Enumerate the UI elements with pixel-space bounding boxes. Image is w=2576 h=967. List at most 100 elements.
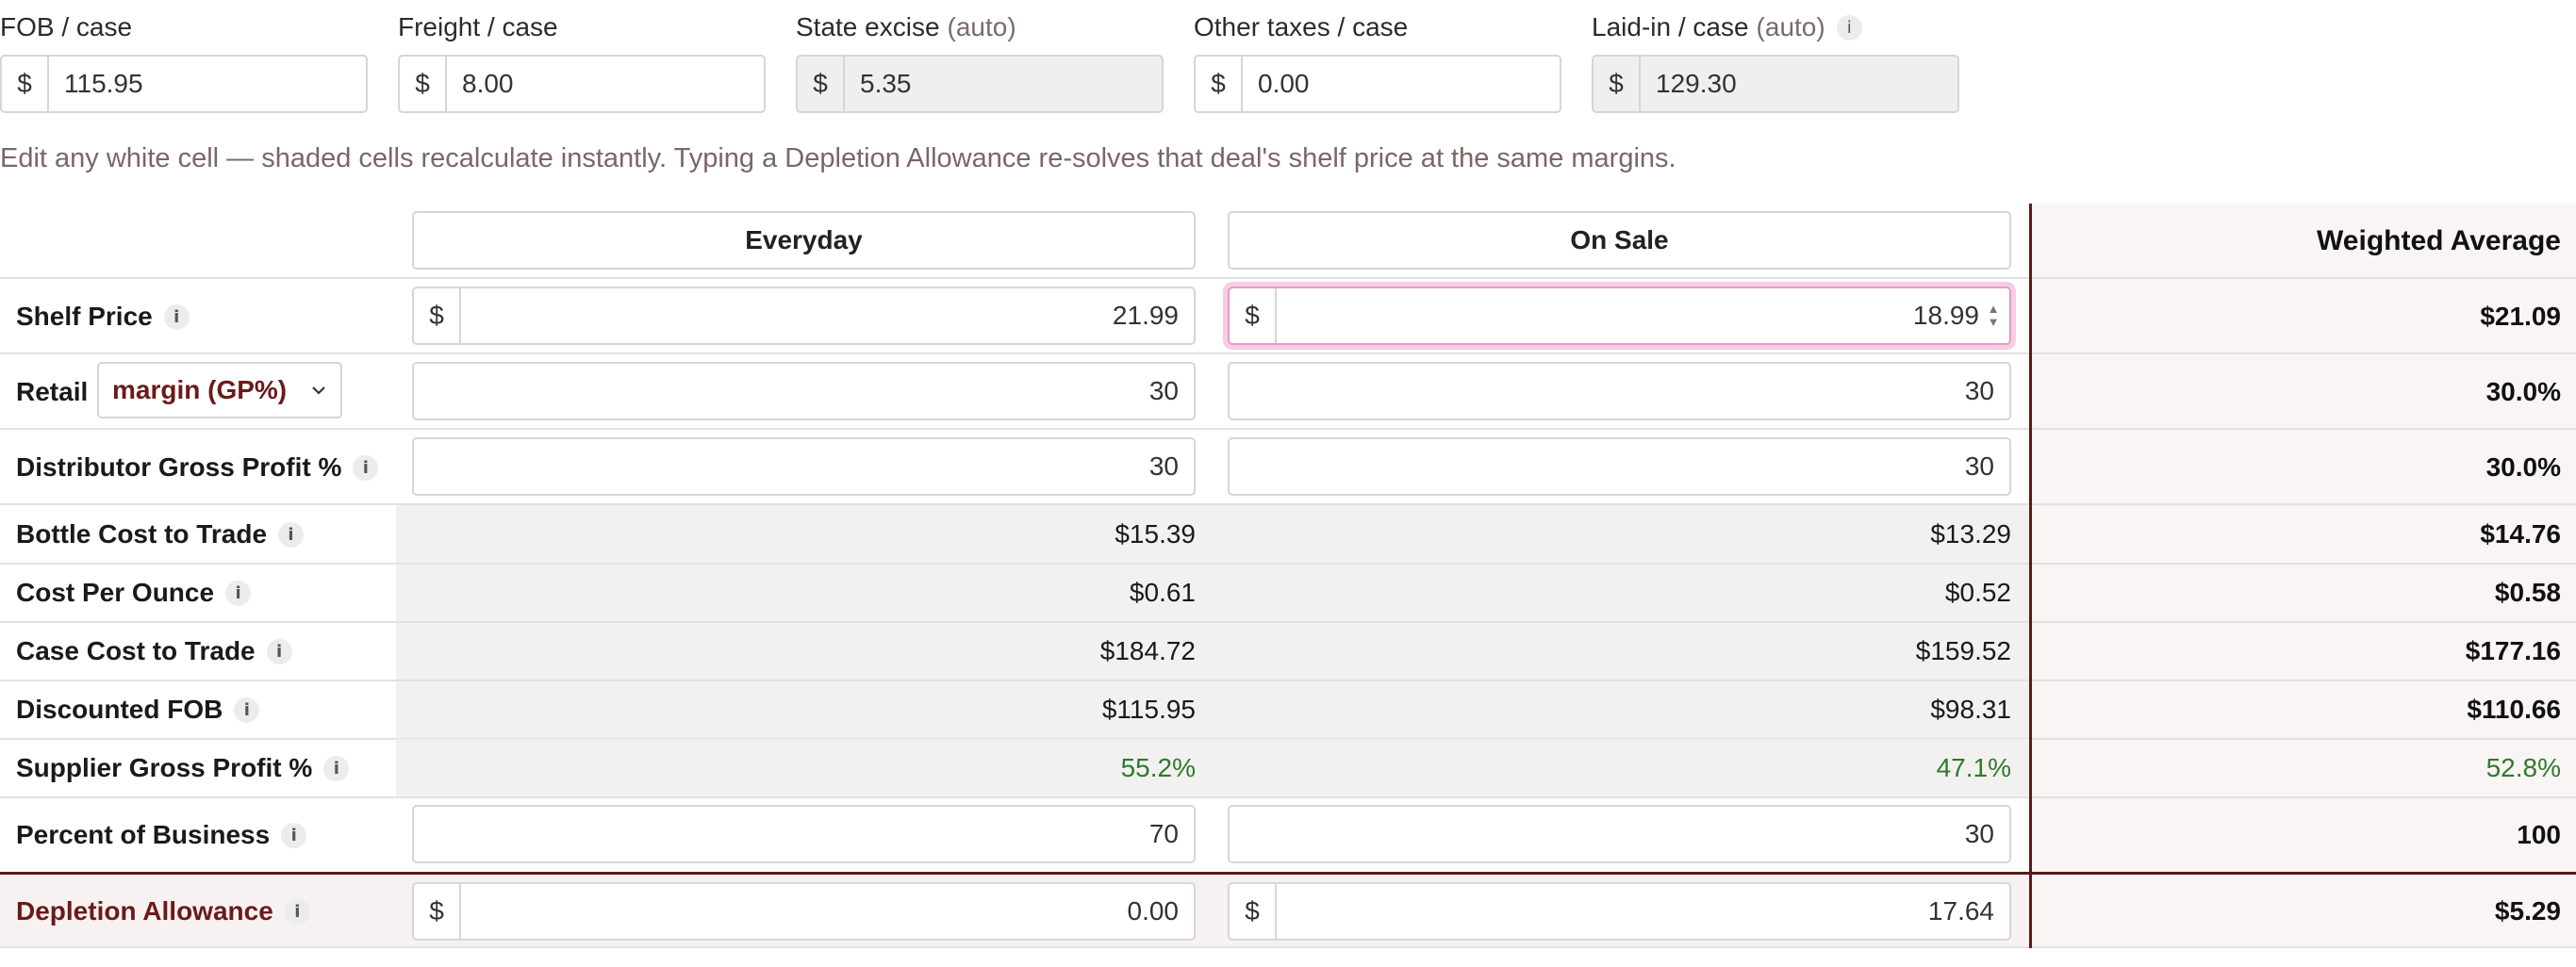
distributor-gp-label: Distributor Gross Profit % i xyxy=(16,430,379,505)
discounted-fob-label: Discounted FOB i xyxy=(16,680,260,739)
info-icon[interactable]: i xyxy=(225,580,252,606)
auto-tag: (auto) xyxy=(947,12,1016,41)
shelf-price-everyday-value[interactable]: 21.99 xyxy=(461,288,1194,343)
laid-in-value: 129.30 xyxy=(1656,69,1737,98)
table-row-case-cost: Case Cost to Trade i $184.72 $159.52 $17… xyxy=(0,622,2576,680)
table-row-supplier-gp: Supplier Gross Profit % i 55.2% 47.1% 52… xyxy=(0,739,2576,797)
distributor-gp-on-sale-value[interactable]: 30 xyxy=(1230,439,2009,494)
freight-input[interactable]: $ 8.00 xyxy=(398,55,766,113)
currency-prefix: $ xyxy=(1230,288,1277,343)
info-icon[interactable]: i xyxy=(1836,14,1862,41)
bottle-cost-weighted: $14.76 xyxy=(2480,519,2561,549)
table-row-bottle-cost: Bottle Cost to Trade i $15.39 $13.29 $14… xyxy=(0,505,2576,564)
case-cost-on-sale: $159.52 xyxy=(1915,636,2011,665)
info-icon[interactable]: i xyxy=(278,521,305,548)
row-divider xyxy=(0,946,2576,948)
spin-up-icon[interactable]: ▲ xyxy=(1988,303,2000,316)
info-icon[interactable]: i xyxy=(163,303,190,330)
fob-label: FOB / case xyxy=(0,12,133,41)
retail-label: Retail xyxy=(16,377,89,406)
fob-input[interactable]: $ 115.95 xyxy=(0,55,368,113)
table-row-depletion-allowance: Depletion Allowance i $ 0.00 $ 17.64 $5.… xyxy=(0,875,2576,948)
shelf-price-on-sale-value[interactable]: 18.99 xyxy=(1277,288,1983,343)
distributor-gp-on-sale-input[interactable]: 30 xyxy=(1228,437,2011,496)
depletion-on-sale-value[interactable]: 17.64 xyxy=(1277,884,2009,939)
bottle-cost-everyday: $15.39 xyxy=(1115,519,1196,549)
case-cost-label: Case Cost to Trade i xyxy=(16,622,292,680)
spin-down-icon[interactable]: ▼ xyxy=(1988,316,2000,329)
info-icon[interactable]: i xyxy=(266,638,292,664)
number-spinner[interactable]: ▲ ▼ xyxy=(1983,288,2004,343)
distributor-gp-weighted: 30.0% xyxy=(2485,452,2561,482)
weighted-column-divider xyxy=(2029,204,2032,948)
laid-in-input: $ 129.30 xyxy=(1592,55,1959,113)
other-taxes-input[interactable]: $ 0.00 xyxy=(1194,55,1561,113)
supplier-gp-everyday: 55.2% xyxy=(1120,753,1196,782)
retail-weighted: 30.0% xyxy=(2485,377,2561,406)
distributor-gp-everyday-value[interactable]: 30 xyxy=(414,439,1194,494)
info-icon[interactable]: i xyxy=(284,898,310,925)
other-taxes-value[interactable]: 0.00 xyxy=(1243,57,1560,111)
currency-prefix: $ xyxy=(1230,884,1277,939)
laid-in-label: Laid-in / case (auto) i xyxy=(1592,0,1959,55)
cost-per-ounce-weighted: $0.58 xyxy=(2494,578,2561,607)
state-excise-field: State excise (auto) $ 5.35 xyxy=(796,0,1164,113)
cost-per-ounce-label: Cost Per Ounce i xyxy=(16,564,252,622)
depletion-on-sale-input[interactable]: $ 17.64 xyxy=(1228,882,2011,941)
auto-tag: (auto) xyxy=(1756,12,1825,41)
percent-of-business-everyday-value[interactable]: 70 xyxy=(414,807,1194,861)
currency-prefix: $ xyxy=(400,57,447,111)
table-row-percent-of-business: Percent of Business i 70 30 100 xyxy=(0,797,2576,873)
table-row-distributor-gp: Distributor Gross Profit % i 30 30 30.0% xyxy=(0,430,2576,505)
case-cost-everyday: $184.72 xyxy=(1099,636,1196,665)
depletion-everyday-value[interactable]: 0.00 xyxy=(461,884,1194,939)
bottle-cost-on-sale: $13.29 xyxy=(1930,519,2011,549)
shelf-price-everyday-input[interactable]: $ 21.99 xyxy=(412,287,1196,345)
currency-prefix: $ xyxy=(1593,57,1641,111)
cost-per-ounce-everyday: $0.61 xyxy=(1129,578,1196,607)
other-taxes-field: Other taxes / case $ 0.00 xyxy=(1194,0,1561,113)
depletion-weighted: $5.29 xyxy=(2494,896,2561,926)
info-icon[interactable]: i xyxy=(234,697,260,723)
distributor-gp-everyday-input[interactable]: 30 xyxy=(412,437,1196,496)
retail-mode-select[interactable]: margin (GP%) xyxy=(97,362,342,418)
info-icon[interactable]: i xyxy=(353,454,379,481)
retail-everyday-input[interactable]: 30 xyxy=(412,362,1196,420)
freight-value[interactable]: 8.00 xyxy=(447,57,764,111)
cost-per-ounce-on-sale: $0.52 xyxy=(1944,578,2011,607)
discounted-fob-everyday: $115.95 xyxy=(1101,695,1196,724)
shelf-price-on-sale-input[interactable]: $ 18.99 ▲ ▼ xyxy=(1228,287,2011,345)
percent-of-business-on-sale-input[interactable]: 30 xyxy=(1228,805,2011,863)
info-icon[interactable]: i xyxy=(323,755,350,781)
help-note: Edit any white cell — shaded cells recal… xyxy=(0,143,1676,173)
fob-value[interactable]: 115.95 xyxy=(49,57,366,111)
chevron-down-icon xyxy=(312,386,325,395)
retail-on-sale-value[interactable]: 30 xyxy=(1230,364,2009,418)
percent-of-business-label: Percent of Business i xyxy=(16,797,307,873)
supplier-gp-label: Supplier Gross Profit % i xyxy=(16,739,350,797)
column-header-on-sale: On Sale xyxy=(1228,211,2011,270)
currency-prefix: $ xyxy=(414,884,461,939)
percent-of-business-everyday-input[interactable]: 70 xyxy=(412,805,1196,863)
retail-on-sale-input[interactable]: 30 xyxy=(1228,362,2011,420)
table-row-cost-per-ounce: Cost Per Ounce i $0.61 $0.52 $0.58 xyxy=(0,564,2576,622)
discounted-fob-on-sale: $98.31 xyxy=(1930,695,2011,724)
fob-field: FOB / case $ 115.95 xyxy=(0,0,368,113)
info-icon[interactable]: i xyxy=(281,822,307,848)
currency-prefix: $ xyxy=(798,57,845,111)
deal-table: Everyday On Sale Weighted Average Shelf … xyxy=(0,204,2576,948)
column-header-everyday: Everyday xyxy=(412,211,1196,270)
freight-label: Freight / case xyxy=(398,12,558,41)
bottle-cost-label: Bottle Cost to Trade i xyxy=(16,505,305,564)
other-taxes-label: Other taxes / case xyxy=(1194,12,1409,41)
currency-prefix: $ xyxy=(414,288,461,343)
currency-prefix: $ xyxy=(2,57,49,111)
depletion-everyday-input[interactable]: $ 0.00 xyxy=(412,882,1196,941)
depletion-allowance-label: Depletion Allowance i xyxy=(16,875,310,948)
retail-everyday-value[interactable]: 30 xyxy=(414,364,1194,418)
table-row-shelf-price: Shelf Price i $ 21.99 $ 18.99 ▲ ▼ $21.09 xyxy=(0,279,2576,354)
percent-of-business-on-sale-value[interactable]: 30 xyxy=(1230,807,2009,861)
case-cost-weighted: $177.16 xyxy=(2465,636,2561,665)
table-row-retail: Retail margin (GP%) 30 30 30.0% xyxy=(0,354,2576,430)
supplier-gp-on-sale: 47.1% xyxy=(1936,753,2011,782)
